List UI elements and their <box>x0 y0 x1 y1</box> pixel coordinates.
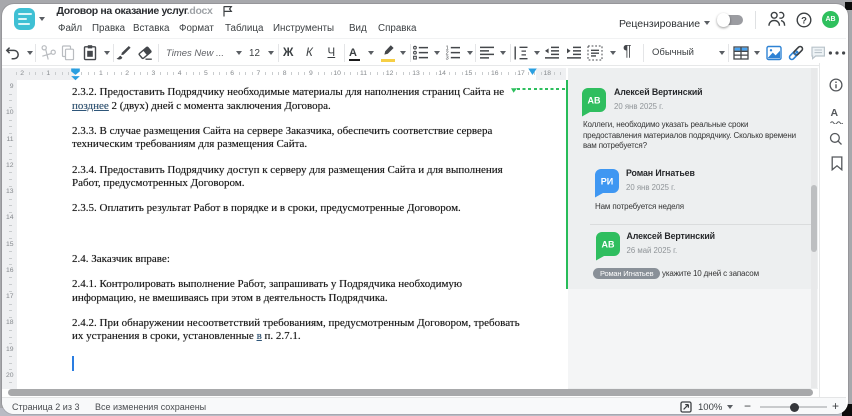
svg-text:АВ: АВ <box>588 95 601 105</box>
svg-text:АВ: АВ <box>601 239 614 249</box>
svg-text:РИ: РИ <box>601 176 613 186</box>
svg-text:?: ? <box>801 15 807 26</box>
svg-text:3: 3 <box>446 56 449 62</box>
